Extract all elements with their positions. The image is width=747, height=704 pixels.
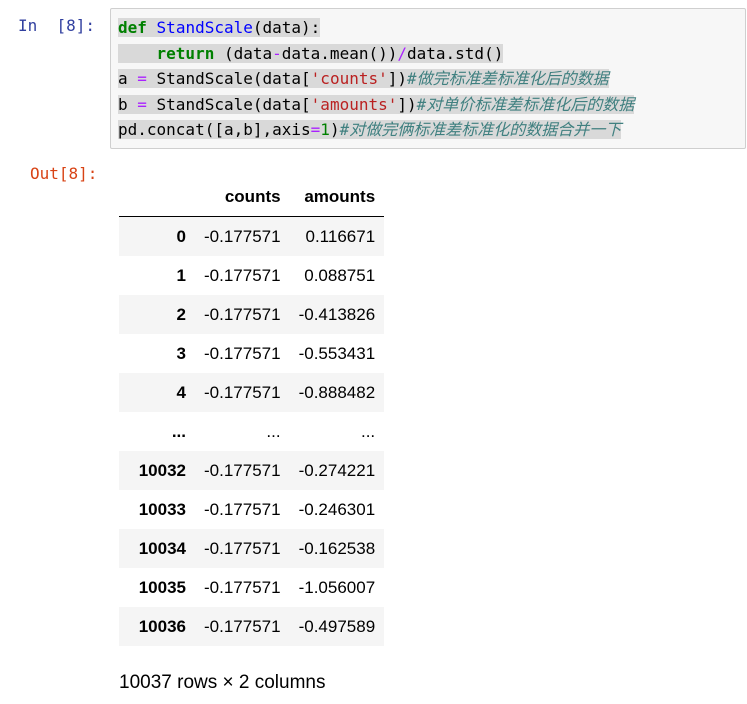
table-row: 4 -0.177571 -0.888482 xyxy=(119,373,385,412)
code-token: (data): xyxy=(252,18,321,37)
code-token: 'amounts' xyxy=(310,94,398,114)
table-row: 10035 -0.177571 -1.056007 xyxy=(119,568,384,607)
row-index: 10033 xyxy=(138,499,186,519)
code-selection: b = StandScale(data['amounts'])#对单价标准差标准… xyxy=(118,94,635,114)
table-row: ......... xyxy=(119,412,384,451)
code-token: = xyxy=(310,120,321,139)
code-selection: return (data-data.mean())/data.std() xyxy=(118,43,504,63)
dataframe-table: counts amounts 0 -0.177571 0.116671 1 -0.177… xyxy=(119,178,385,646)
cell-counts: -0.177571 xyxy=(204,460,281,480)
cell-counts: -0.177571 xyxy=(204,382,281,402)
input-prompt: In [8]: xyxy=(18,16,96,35)
table-row: 3 -0.177571 -0.553431 xyxy=(119,334,384,373)
code-lines: def StandScale(data): return (data-data.… xyxy=(118,15,745,143)
code-editor[interactable]: def StandScale(data): return (data-data.… xyxy=(110,8,746,149)
cell-counts: -0.177571 xyxy=(204,538,281,558)
row-index: 10032 xyxy=(138,460,186,480)
code-token: ]) xyxy=(387,69,407,88)
row-index: 3 xyxy=(176,343,186,363)
code-selection: pd.concat([a,b],axis=1)#对做完俩标准差标准化的数据合并一… xyxy=(118,120,622,139)
cell-amounts: -0.497589 xyxy=(298,616,376,636)
cell-amounts: -1.056007 xyxy=(298,577,376,597)
table-row: 10032 -0.177571 -0.274221 xyxy=(119,451,385,490)
code-token: StandScale xyxy=(156,18,253,37)
code-token: #对做完俩标准差标准化的数据合并一下 xyxy=(339,120,622,139)
row-index: 2 xyxy=(176,304,186,324)
code-token: pd.concat([a,b],axis xyxy=(118,120,311,139)
cell-amounts: ... xyxy=(360,421,376,441)
code-token: data.std() xyxy=(407,43,504,63)
code-token: a xyxy=(118,69,138,88)
code-selection: a = StandScale(data['counts'])#做完标准差标准化后… xyxy=(118,69,609,88)
cell-counts: -0.177571 xyxy=(204,304,281,324)
table-row: 10033 -0.177571 -0.246301 xyxy=(119,490,384,529)
code-token: b xyxy=(118,94,138,114)
cell-counts: -0.177571 xyxy=(204,226,281,246)
cell-amounts: -0.274221 xyxy=(298,460,376,480)
code-token: #做完标准差标准化后的数据 xyxy=(407,69,609,88)
code-token: 'counts' xyxy=(310,69,388,88)
code-token: return xyxy=(156,43,215,63)
output-prompt: Out[8]: xyxy=(30,164,98,183)
code-line: a = StandScale(data['counts'])#做完标准差标准化后… xyxy=(118,66,745,92)
row-index: ... xyxy=(171,421,186,441)
code-token: ) xyxy=(329,120,340,139)
code-selection: def StandScale(data): xyxy=(118,18,321,37)
code-token: def xyxy=(118,18,147,37)
code-token: = xyxy=(137,94,147,114)
cell-amounts: -0.162538 xyxy=(298,538,376,558)
cell-counts: ... xyxy=(266,421,281,441)
table-row: 1 -0.177571 0.088751 xyxy=(119,256,384,295)
column-header-counts: counts xyxy=(195,178,290,217)
cell-amounts: -0.246301 xyxy=(298,499,376,519)
column-header-amounts: amounts xyxy=(289,178,385,217)
cell-amounts: -0.553431 xyxy=(298,343,376,363)
row-index: 0 xyxy=(176,226,186,246)
code-line: pd.concat([a,b],axis=1)#对做完俩标准差标准化的数据合并一… xyxy=(118,117,745,143)
code-token: - xyxy=(272,43,282,63)
row-index: 4 xyxy=(176,382,186,402)
table-header-row: counts amounts xyxy=(119,178,385,217)
code-token: data.mean()) xyxy=(281,43,398,63)
table-body: 0 -0.177571 0.116671 1 -0.177571 0.088751 2 -0.… xyxy=(119,216,385,646)
code-token: / xyxy=(397,43,407,63)
code-token: 1 xyxy=(320,120,330,139)
row-index: 10034 xyxy=(138,538,186,558)
table-row: 2 -0.177571 -0.413826 xyxy=(119,295,385,334)
row-index: 10036 xyxy=(138,616,186,636)
code-token: StandScale(data[ xyxy=(146,94,311,114)
index-header xyxy=(119,178,195,217)
code-token: ]) xyxy=(397,94,417,114)
code-token: = xyxy=(137,69,147,88)
code-line: return (data-data.mean())/data.std() xyxy=(118,41,745,67)
code-line: b = StandScale(data['amounts'])#对单价标准差标准… xyxy=(118,92,745,118)
cell-counts: -0.177571 xyxy=(204,577,281,597)
row-index: 1 xyxy=(176,265,186,285)
cell-amounts: -0.888482 xyxy=(298,382,376,402)
table-row: 0 -0.177571 0.116671 xyxy=(119,216,385,256)
cell-counts: -0.177571 xyxy=(204,616,281,636)
cell-counts: -0.177571 xyxy=(204,343,281,363)
table-row: 10036 -0.177571 -0.497589 xyxy=(119,607,385,646)
row-index: 10035 xyxy=(138,577,186,597)
cell-counts: -0.177571 xyxy=(204,265,281,285)
cell-amounts: 0.088751 xyxy=(304,265,376,285)
code-token: (data xyxy=(214,43,273,63)
code-token: StandScale(data[ xyxy=(146,69,311,88)
cell-amounts: -0.413826 xyxy=(298,304,376,324)
table-row: 10034 -0.177571 -0.162538 xyxy=(119,529,385,568)
code-line: def StandScale(data): xyxy=(118,15,745,41)
cell-amounts: 0.116671 xyxy=(305,226,376,246)
dataframe-shape: 10037 rows × 2 columns xyxy=(119,672,326,693)
cell-counts: -0.177571 xyxy=(204,499,281,519)
code-token: #对单价标准差标准化后的数据 xyxy=(416,94,635,114)
